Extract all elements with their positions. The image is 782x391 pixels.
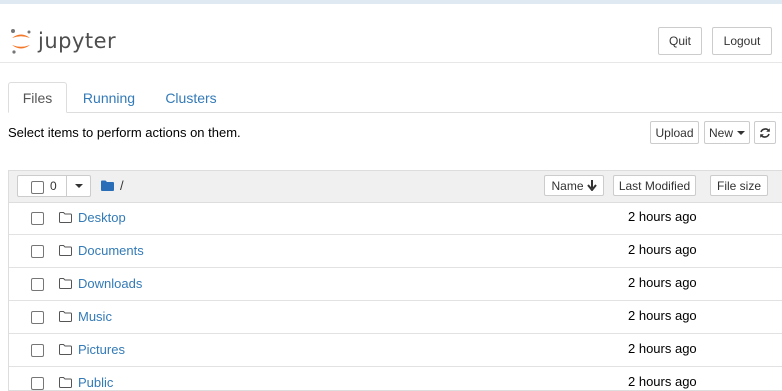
folder-outline-icon [59, 311, 72, 322]
caret-down-icon [737, 130, 745, 135]
breadcrumb-root[interactable]: / [120, 178, 124, 193]
sort-by-name-button[interactable]: Name [544, 175, 604, 196]
new-button[interactable]: New [704, 121, 750, 144]
arrow-down-icon [586, 180, 597, 191]
logout-button[interactable]: Logout [712, 27, 772, 55]
list-item[interactable]: Music 2 hours ago [9, 301, 782, 334]
item-checkbox[interactable] [31, 212, 44, 225]
folder-outline-icon [59, 245, 72, 256]
item-name-link[interactable]: Pictures [78, 342, 125, 357]
select-divider [66, 176, 67, 196]
item-checkbox[interactable] [31, 245, 44, 258]
item-checkbox[interactable] [31, 278, 44, 291]
list-item[interactable]: Pictures 2 hours ago [9, 334, 782, 367]
list-item[interactable]: Documents 2 hours ago [9, 235, 782, 268]
sort-by-modified-button[interactable]: Last Modified [613, 175, 696, 196]
item-name-link[interactable]: Downloads [78, 276, 142, 291]
item-modified: 2 hours ago [628, 209, 697, 224]
item-name-link[interactable]: Documents [78, 243, 144, 258]
item-checkbox[interactable] [31, 311, 44, 324]
folder-outline-icon [59, 278, 72, 289]
instructions-text: Select items to perform actions on them. [8, 125, 241, 140]
item-modified: 2 hours ago [628, 374, 697, 389]
tab-clusters[interactable]: Clusters [158, 82, 224, 113]
item-modified: 2 hours ago [628, 242, 697, 257]
tab-files[interactable]: Files [8, 82, 67, 113]
item-checkbox[interactable] [31, 377, 44, 390]
logo-text: jupyter [38, 29, 117, 53]
breadcrumb[interactable]: / [101, 178, 124, 193]
select-all-checkbox[interactable] [31, 181, 44, 194]
tab-bar: Files Running Clusters [0, 82, 782, 113]
tab-running[interactable]: Running [76, 82, 142, 113]
quit-button[interactable]: Quit [658, 27, 702, 55]
jupyter-logo[interactable]: jupyter [10, 26, 116, 56]
select-dropdown-icon[interactable] [75, 184, 83, 188]
selected-count: 0 [50, 179, 57, 193]
folder-outline-icon [59, 344, 72, 355]
name-column-label: Name [551, 178, 584, 193]
folder-outline-icon [59, 377, 72, 388]
item-modified: 2 hours ago [628, 341, 697, 356]
upload-button[interactable]: Upload [650, 121, 699, 144]
item-name-link[interactable]: Public [78, 375, 113, 390]
list-item[interactable]: Desktop 2 hours ago [9, 202, 782, 235]
item-checkbox[interactable] [31, 344, 44, 357]
item-modified: 2 hours ago [628, 275, 697, 290]
item-name-link[interactable]: Desktop [78, 210, 126, 225]
refresh-button[interactable] [754, 121, 776, 144]
header: jupyter Quit Logout [0, 4, 782, 63]
item-name-link[interactable]: Music [78, 309, 112, 324]
refresh-icon [760, 127, 770, 138]
list-header: 0 / Name Last Modified File size [9, 171, 782, 203]
file-list: 0 / Name Last Modified File size Desktop… [8, 170, 782, 391]
folder-icon [101, 180, 114, 191]
list-item[interactable]: Downloads 2 hours ago [9, 268, 782, 301]
select-all-control[interactable]: 0 [17, 175, 91, 197]
list-item[interactable]: Public 2 hours ago [9, 367, 782, 390]
sort-by-size-button[interactable]: File size [710, 175, 768, 196]
new-button-label: New [708, 125, 733, 140]
item-modified: 2 hours ago [628, 308, 697, 323]
jupyter-logo-icon [11, 29, 31, 54]
folder-outline-icon [59, 212, 72, 223]
